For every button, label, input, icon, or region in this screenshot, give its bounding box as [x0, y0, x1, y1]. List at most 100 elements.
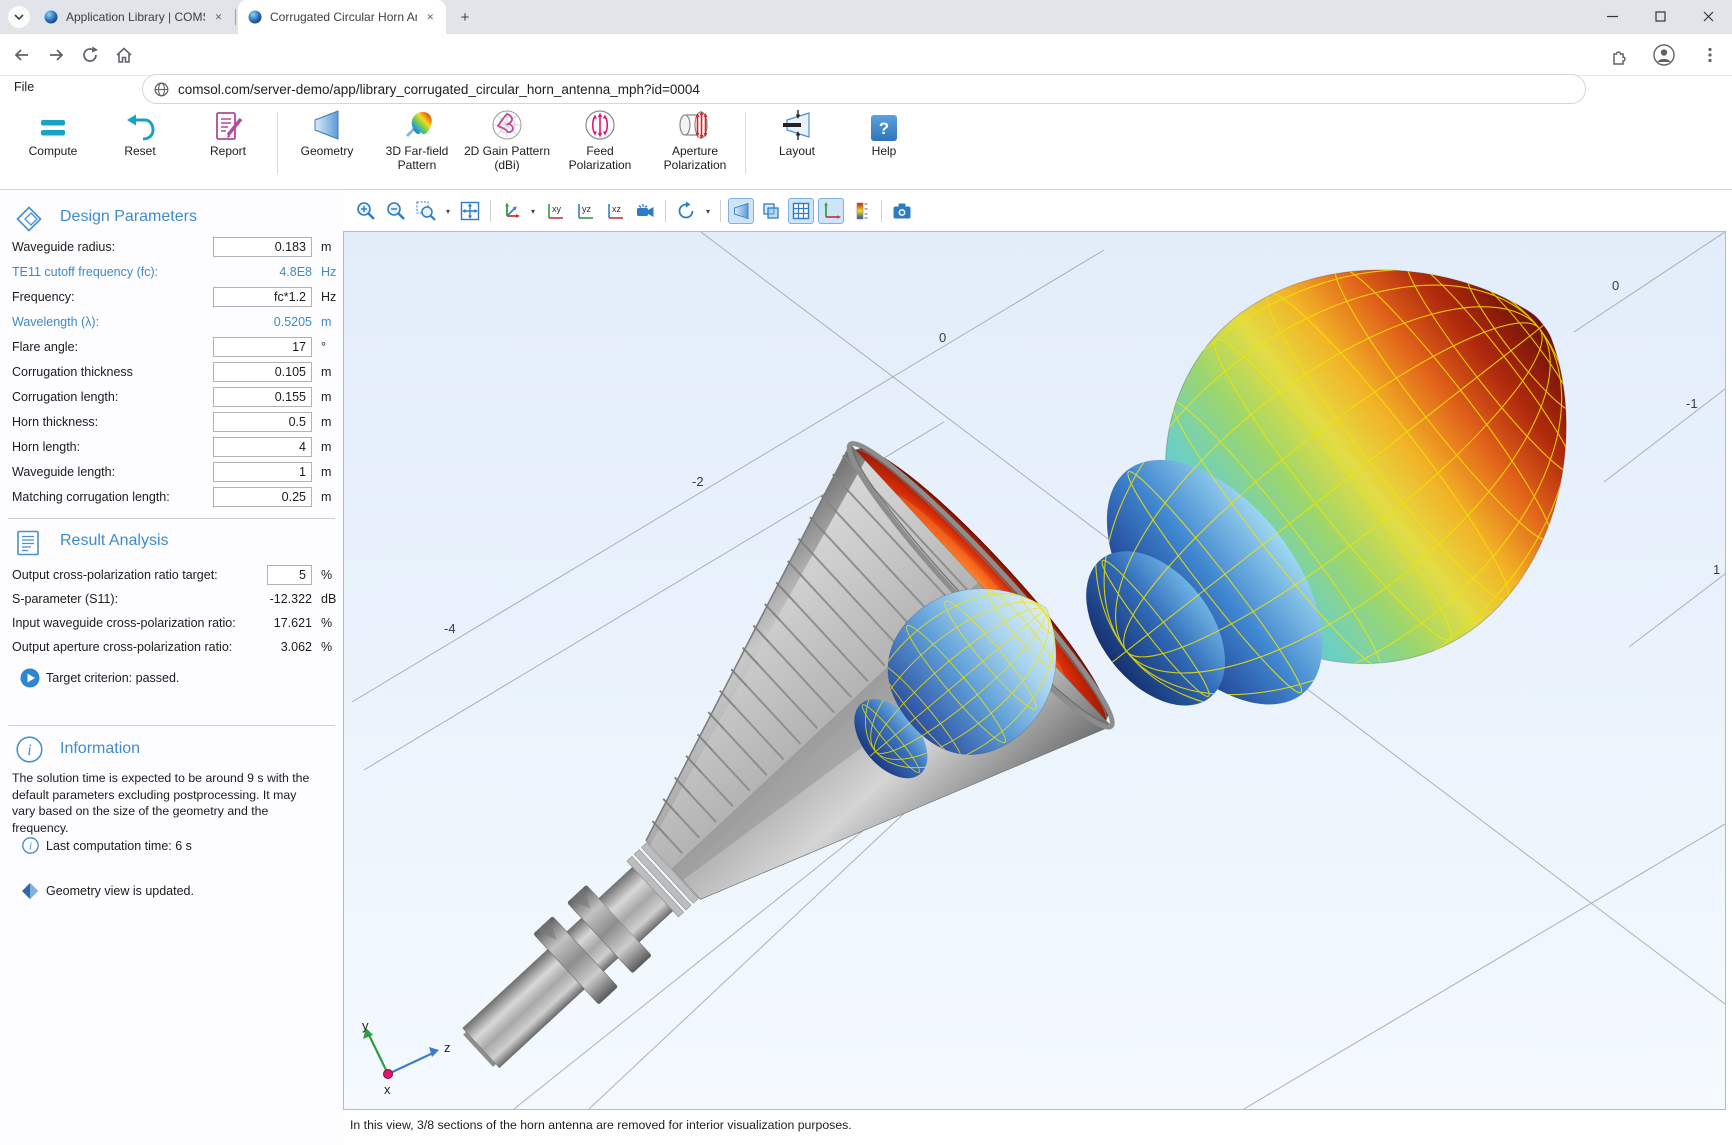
- tab-close-icon[interactable]: ✕: [423, 9, 438, 25]
- information-icon: i: [16, 736, 43, 768]
- browser-menu-button[interactable]: [1696, 41, 1724, 69]
- transparency-toggle[interactable]: [758, 198, 784, 224]
- 3d-scene[interactable]: 0 -2 -4 0 -1 1: [344, 232, 1725, 1109]
- svg-text:xy: xy: [552, 204, 562, 214]
- matching-corrugation-length-input[interactable]: [213, 487, 312, 507]
- compute-icon: [36, 112, 70, 142]
- corrugation-length-input[interactable]: [213, 387, 312, 407]
- default-view-button[interactable]: [498, 198, 524, 224]
- rotate-view-button[interactable]: [673, 198, 699, 224]
- view-xz-icon: xz: [604, 200, 626, 222]
- graphics-toolbar: ▾ ▾ xy yz xz ▾: [343, 192, 1732, 230]
- result-unit: %: [321, 564, 332, 586]
- help-button[interactable]: ? Help: [844, 104, 924, 159]
- home-icon: [114, 45, 134, 65]
- graphics-canvas[interactable]: 0 -2 -4 0 -1 1: [343, 231, 1726, 1110]
- comsol-favicon: [44, 10, 58, 24]
- extensions-button[interactable]: [1604, 41, 1632, 69]
- param-label: Waveguide length:: [12, 461, 115, 483]
- ribbon-separator: [277, 112, 278, 174]
- gain-2d-button[interactable]: 2D Gain Pattern (dBi): [463, 104, 551, 172]
- window-maximize-button[interactable]: [1636, 0, 1684, 33]
- url-bar[interactable]: comsol.com/server-demo/app/library_corru…: [142, 74, 1586, 104]
- aperture-polarization-button[interactable]: Aperture Polarization: [649, 104, 741, 172]
- avatar-icon: [1653, 44, 1675, 66]
- svg-text:i: i: [29, 841, 32, 853]
- view-yz-button[interactable]: yz: [572, 198, 598, 224]
- design-parameters-icon: [16, 206, 42, 237]
- flare-angle-input[interactable]: [213, 337, 312, 357]
- ribbon-separator: [745, 112, 746, 174]
- transparency-icon: [760, 200, 782, 222]
- profile-avatar-button[interactable]: [1650, 41, 1678, 69]
- file-menu[interactable]: File: [14, 80, 34, 94]
- default-view-dropdown[interactable]: ▾: [528, 207, 538, 216]
- result-label: S-parameter (S11):: [12, 588, 118, 610]
- svg-text:?: ?: [879, 119, 889, 138]
- result-row: Output aperture cross-polarization ratio…: [0, 636, 343, 658]
- corrugation-thickness-input[interactable]: [213, 362, 312, 382]
- frequency-input[interactable]: [213, 287, 312, 307]
- new-tab-button[interactable]: +: [454, 6, 476, 28]
- waveguide-radius-input[interactable]: [213, 237, 312, 257]
- home-button[interactable]: [110, 41, 138, 69]
- geometry-button[interactable]: Geometry: [287, 104, 367, 159]
- reload-button[interactable]: [76, 41, 104, 69]
- target-criterion-row: Target criterion: passed.: [0, 668, 343, 690]
- zoom-extents-button[interactable]: [457, 198, 483, 224]
- result-row: S-parameter (S11): -12.322 dB: [0, 588, 343, 610]
- tab-close-icon[interactable]: ✕: [211, 9, 226, 25]
- settings-sidebar: Design Parameters Waveguide radius: m TE…: [0, 190, 343, 1145]
- window-minimize-button[interactable]: [1588, 0, 1636, 33]
- rotate-icon: [675, 200, 697, 222]
- zoom-in-button[interactable]: [353, 198, 379, 224]
- rotate-dropdown[interactable]: ▾: [703, 207, 713, 216]
- target-criterion-text: Target criterion: passed.: [46, 668, 179, 688]
- close-icon: [1703, 11, 1714, 22]
- zoom-box-button[interactable]: [413, 198, 439, 224]
- screenshot-button[interactable]: [889, 198, 915, 224]
- compute-button[interactable]: Compute: [13, 104, 93, 159]
- puzzle-icon: [1609, 46, 1628, 65]
- show-grid-toggle[interactable]: [788, 198, 814, 224]
- url-text: comsol.com/server-demo/app/library_corru…: [178, 82, 700, 97]
- color-legend-icon: [850, 200, 872, 222]
- view-xy-button[interactable]: xy: [542, 198, 568, 224]
- output-cross-polarization-value: 3.062: [203, 636, 312, 658]
- grid-icon: [790, 200, 812, 222]
- tab-application-library[interactable]: Application Library | COMSOL S ✕: [34, 0, 234, 34]
- result-unit: dB: [321, 588, 336, 610]
- far-field-3d-button[interactable]: 3D Far-field Pattern: [373, 104, 461, 172]
- cross-polarization-target-input[interactable]: [267, 565, 312, 585]
- color-legend-toggle[interactable]: [848, 198, 874, 224]
- horn-length-input[interactable]: [213, 437, 312, 457]
- view-xz-button[interactable]: xz: [602, 198, 628, 224]
- tick-label: 0: [939, 330, 946, 345]
- tab-horn-antenna[interactable]: Corrugated Circular Horn Anten ✕: [238, 0, 446, 34]
- param-label: Matching corrugation length:: [12, 486, 170, 508]
- report-button[interactable]: Report: [188, 104, 268, 159]
- result-label: Output cross-polarization ratio target:: [12, 564, 218, 586]
- forward-button[interactable]: [42, 41, 70, 69]
- reload-icon: [80, 45, 100, 65]
- tab-search-button[interactable]: [8, 6, 30, 28]
- horn-thickness-input[interactable]: [213, 412, 312, 432]
- back-button[interactable]: [8, 41, 36, 69]
- waveguide-length-input[interactable]: [213, 462, 312, 482]
- scene-light-button[interactable]: [632, 198, 658, 224]
- show-axes-toggle[interactable]: [818, 198, 844, 224]
- layout-button[interactable]: Layout: [757, 104, 837, 159]
- reset-button[interactable]: Reset: [100, 104, 180, 159]
- te11-cutoff-value: 4.8E8: [203, 261, 312, 283]
- maximize-icon: [1655, 11, 1666, 22]
- reset-icon: [123, 112, 157, 142]
- help-icon: ?: [870, 114, 898, 142]
- param-row: Matching corrugation length: m: [0, 486, 343, 508]
- section-divider: [8, 518, 335, 519]
- result-row: Input waveguide cross-polarization ratio…: [0, 612, 343, 634]
- zoom-out-button[interactable]: [383, 198, 409, 224]
- feed-polarization-button[interactable]: Feed Polarization: [557, 104, 643, 172]
- window-close-button[interactable]: [1684, 0, 1732, 33]
- zoom-box-dropdown[interactable]: ▾: [443, 207, 453, 216]
- show-geometry-toggle[interactable]: [728, 198, 754, 224]
